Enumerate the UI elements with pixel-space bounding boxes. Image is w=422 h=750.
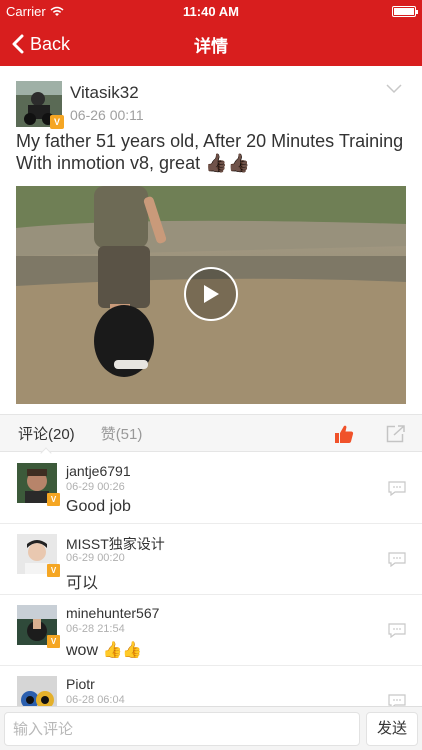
play-button[interactable] — [184, 267, 238, 321]
comment-list: V jantje6791 06-29 00:26 Good job V MISS… — [0, 453, 422, 737]
comment-like-tabs: 评论(20) 赞(51) — [0, 414, 422, 459]
back-button[interactable]: Back — [0, 34, 70, 55]
commenter-name[interactable]: Piotr — [66, 676, 95, 692]
commenter-name[interactable]: MISST独家设计 — [66, 534, 165, 554]
comment-input[interactable] — [4, 712, 360, 746]
comment-date: 06-29 00:20 — [66, 552, 125, 564]
commenter-name[interactable]: minehunter567 — [66, 605, 159, 621]
commenter-avatar[interactable]: V — [17, 463, 60, 506]
tab-likes[interactable]: 赞(51) — [75, 423, 143, 444]
comment-input-bar: 发送 — [0, 706, 422, 750]
commenter-avatar[interactable]: V — [17, 534, 60, 577]
post-text: My father 51 years old, After 20 Minutes… — [16, 131, 404, 173]
comment-text: 可以 — [66, 575, 99, 592]
reply-icon[interactable] — [388, 481, 406, 496]
play-icon — [204, 285, 219, 303]
comment-item: V minehunter567 06-28 21:54 wow 👍👍 — [0, 595, 422, 666]
post-date: 06-26 00:11 — [70, 107, 144, 123]
post: V Vitasik32 06-26 00:11 My father 51 yea… — [0, 66, 422, 404]
status-bar: Carrier 11:40 AM — [0, 0, 422, 22]
comment-item: V MISST独家设计 06-29 00:20 可以 — [0, 524, 422, 595]
navigation-bar: Back 详情 — [0, 22, 422, 66]
commenter-avatar[interactable]: V — [17, 605, 60, 648]
send-button[interactable]: 发送 — [366, 712, 418, 746]
verified-badge: V — [47, 564, 60, 577]
author-avatar[interactable]: V — [16, 81, 64, 129]
reply-icon[interactable] — [388, 623, 406, 638]
comment-date: 06-29 00:26 — [66, 481, 125, 493]
back-label: Back — [30, 33, 71, 54]
comment-date: 06-28 06:04 — [66, 694, 125, 706]
comment-text: Good job — [66, 498, 131, 515]
reply-icon[interactable] — [388, 552, 406, 567]
top-bar: Carrier 11:40 AM Back 详情 — [0, 0, 422, 66]
status-time: 11:40 AM — [183, 3, 239, 19]
comment-date: 06-28 21:54 — [66, 623, 125, 635]
author-meta: Vitasik32 06-26 00:11 — [70, 81, 144, 123]
author-name[interactable]: Vitasik32 — [70, 83, 144, 103]
verified-badge: V — [47, 635, 60, 648]
thumbs-up-icon[interactable] — [334, 424, 354, 444]
commenter-name[interactable]: jantje6791 — [66, 463, 131, 479]
comment-item: V jantje6791 06-29 00:26 Good job — [0, 453, 422, 524]
chevron-down-icon[interactable] — [386, 84, 402, 94]
comment-text: wow 👍👍 — [66, 642, 143, 659]
verified-badge: V — [47, 493, 60, 506]
battery-icon — [392, 5, 418, 17]
chevron-left-icon — [12, 34, 24, 54]
share-icon[interactable] — [386, 425, 406, 443]
video-player[interactable] — [16, 186, 406, 404]
tab-comments[interactable]: 评论(20) — [0, 423, 75, 444]
post-author-row: V Vitasik32 06-26 00:11 — [0, 66, 422, 130]
verified-badge: V — [50, 115, 64, 129]
